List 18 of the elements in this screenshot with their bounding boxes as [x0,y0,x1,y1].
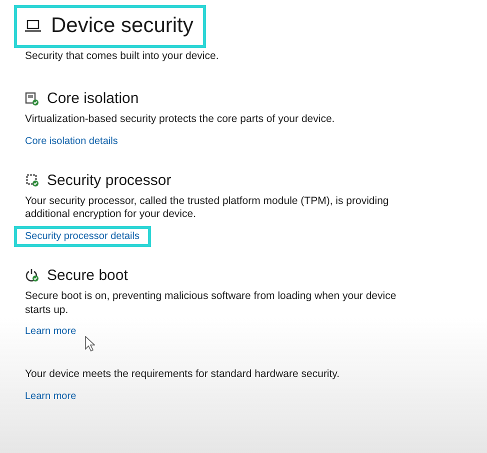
section-heading: Secure boot [47,266,128,284]
details-link[interactable]: Security processor details [14,226,150,247]
section-description: Virtualization-based security protects the core parts of your device. [25,113,336,127]
chip-check-icon [25,92,39,106]
page-title: Device security [14,5,206,48]
details-link[interactable]: Learn more [14,321,88,342]
details-link[interactable]: Core isolation details [14,130,129,152]
processor-check-icon [25,173,39,188]
section-description: Secure boot is on, preventing malicious software from loading when your device starts up. [25,290,398,318]
cursor-icon [85,336,95,352]
hardware-status-text: Your device meets the requirements for standard hardware security. [25,368,341,382]
page-subtitle: Security that comes built into your device. [25,50,220,62]
learn-more-link[interactable]: Learn more [14,386,88,407]
power-check-icon [25,268,39,282]
section-heading: Security processor [47,172,172,189]
section-heading: Core isolation [47,90,139,107]
laptop-icon [25,20,41,32]
section-description: Your security processor, called the trusted platform module (TPM), is providing additional encryption for your device. [25,194,390,222]
